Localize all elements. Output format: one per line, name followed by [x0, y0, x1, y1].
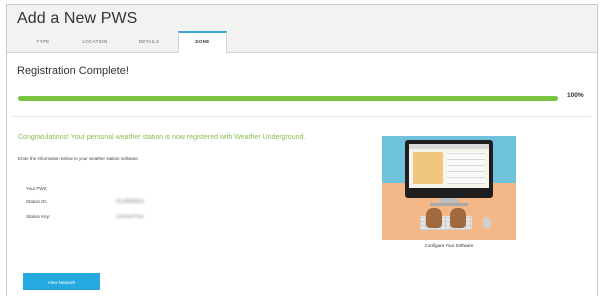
- progress-fill: [18, 96, 558, 101]
- registration-heading: Registration Complete!: [17, 65, 129, 77]
- station-id-label: Station ID:: [26, 199, 48, 204]
- illustration-caption: Configure Your Software: [424, 243, 474, 248]
- monitor-icon: [405, 140, 493, 198]
- view-network-button[interactable]: View Network: [23, 273, 100, 290]
- tab-details[interactable]: DETAILS: [121, 31, 177, 52]
- hand-icon: [426, 208, 442, 228]
- divider: [13, 116, 591, 117]
- main-content: Registration Complete! 100% Congratulati…: [7, 53, 597, 296]
- station-key-label: Station Key:: [26, 214, 51, 219]
- mouse-icon: [483, 217, 491, 229]
- tab-location[interactable]: LOCATION: [69, 31, 121, 52]
- hand-icon: [450, 208, 466, 228]
- tab-type[interactable]: TYPE: [17, 31, 69, 52]
- tab-done[interactable]: DONE: [178, 31, 227, 53]
- congrats-message: Congratulations! Your personal weather s…: [18, 134, 306, 141]
- progress-label: 100%: [567, 92, 584, 99]
- progress-bar: [18, 96, 558, 101]
- station-id-value: ICLAREM14: [116, 199, 144, 205]
- instructions-text: Enter the information below to your weat…: [18, 156, 140, 161]
- page-title: Add a New PWS: [17, 10, 138, 27]
- computer-illustration-icon: [382, 136, 516, 240]
- registration-panel: Add a New PWS TYPE LOCATION DETAILS DONE…: [6, 4, 598, 296]
- station-key-value: LicenseTxxx: [116, 214, 144, 220]
- panel-header: Add a New PWS TYPE LOCATION DETAILS DONE: [7, 5, 597, 53]
- your-pws-label: Your PWS: [26, 186, 47, 191]
